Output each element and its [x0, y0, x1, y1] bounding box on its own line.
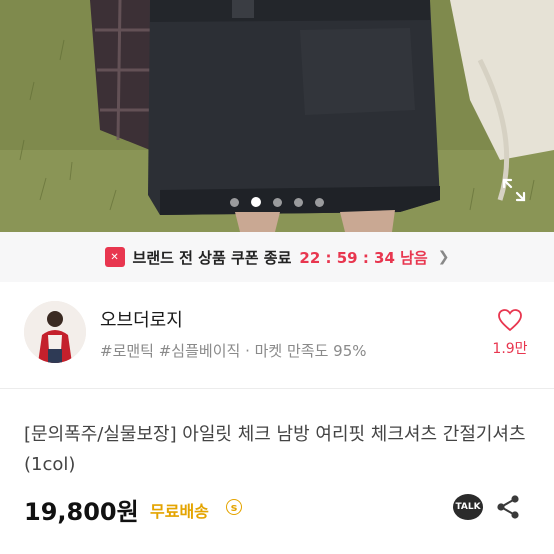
carousel-dot[interactable] — [273, 198, 282, 207]
shop-avatar[interactable] — [24, 301, 86, 363]
coupon-banner[interactable]: ✕ 브랜드 전 상품 쿠폰 종료 22 : 59 : 34 남음 ❯ — [0, 232, 554, 282]
shop-name[interactable]: 오브더로지 — [100, 306, 183, 332]
product-title: [문의폭주/실물보장] 아일릿 체크 남방 여리핏 체크셔츠 간절기셔츠 (1c… — [24, 424, 526, 475]
kakaotalk-icon[interactable]: TALK — [453, 494, 483, 520]
coupon-timer: 22 : 59 : 34 남음 — [299, 248, 428, 267]
shop-info[interactable]: 오브더로지 #로맨틱 #심플베이직 · 마켓 만족도 95% 1.9만 — [0, 296, 554, 372]
coupon-text: 브랜드 전 상품 쿠폰 종료 — [132, 248, 292, 267]
like-button[interactable]: 1.9만 — [486, 308, 534, 358]
product-price: 19,800원 — [24, 498, 139, 526]
avatar-illustration — [24, 301, 86, 363]
section-divider — [0, 388, 554, 389]
shop-tags: #로맨틱 #심플베이직 · 마켓 만족도 95% — [100, 342, 367, 360]
carousel-dot-active[interactable] — [251, 197, 261, 207]
carousel-dot[interactable] — [294, 198, 303, 207]
like-count: 1.9만 — [492, 341, 528, 357]
chevron-right-icon: ❯ — [437, 249, 450, 265]
carousel-indicator — [0, 192, 554, 207]
product-image[interactable] — [0, 0, 554, 232]
free-shipping-label: 무료배송 — [150, 502, 209, 521]
carousel-dot[interactable] — [315, 198, 324, 207]
shipping-info-icon[interactable]: s — [226, 499, 242, 515]
coupon-icon: ✕ — [104, 247, 125, 267]
carousel-dot[interactable] — [230, 198, 239, 207]
heart-icon — [498, 309, 522, 332]
share-icon[interactable] — [496, 494, 520, 520]
expand-icon[interactable] — [500, 176, 528, 204]
